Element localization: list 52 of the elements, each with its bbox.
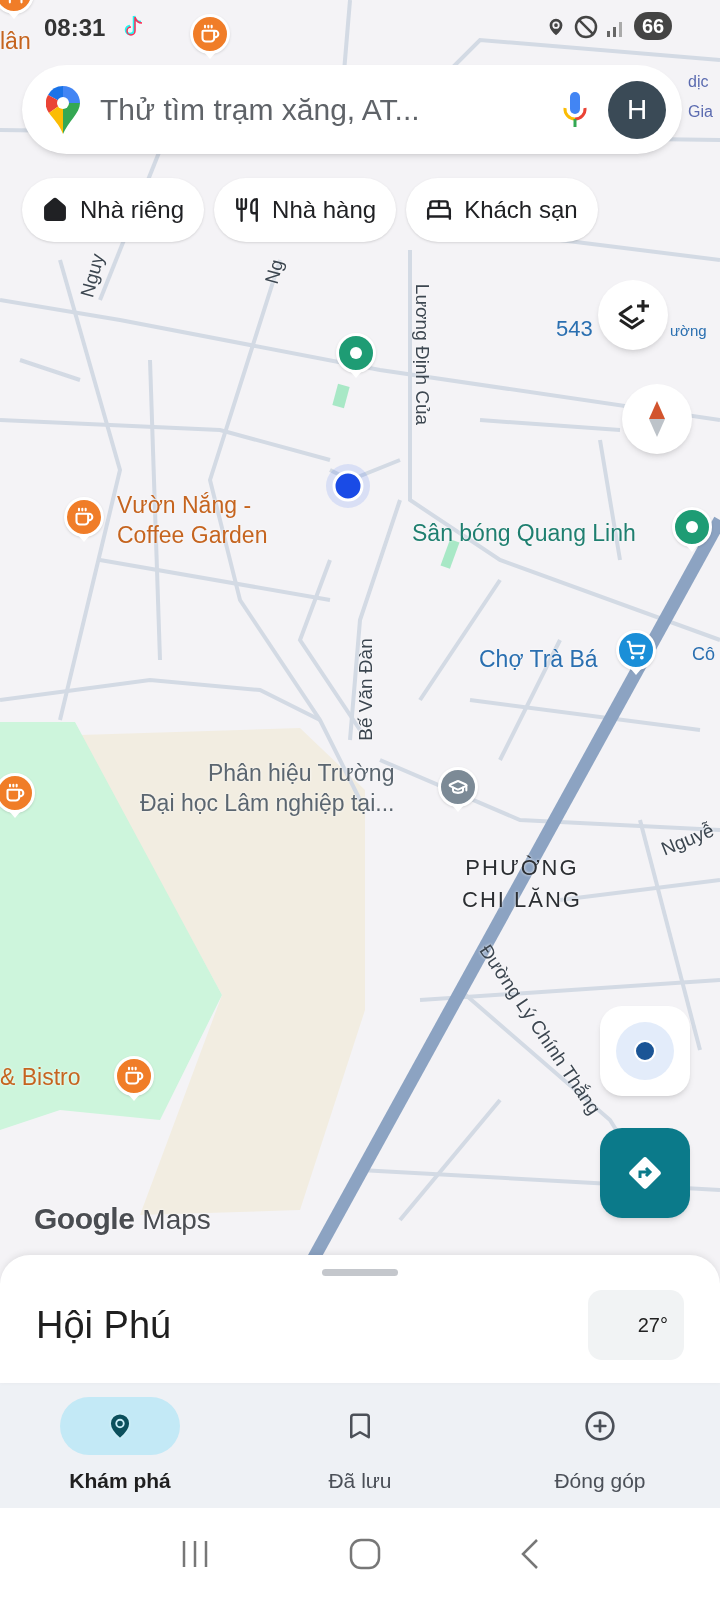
graduation-cap-icon [448,777,468,797]
fork-knife-icon [234,197,261,223]
map-label: Cô [692,645,715,663]
cart-icon [626,640,646,660]
my-location-button[interactable] [600,1006,690,1096]
nav-tab[interactable]: Đã lưu [240,1383,480,1508]
coffee-cup-icon [124,1066,144,1086]
place-label[interactable]: Sân bóng Quang Linh [412,518,636,548]
maps-pin-logo [46,85,80,134]
home-icon[interactable] [349,1538,381,1570]
street-label: Bế Văn Đàn [355,638,375,741]
map-label: ường [670,323,707,338]
google-maps-wordmark: Google Maps [34,1201,211,1237]
place-label[interactable]: Phân hiệu Trường Đại học Lâm nghiệp tại... [140,758,395,818]
map-label: Gia [688,104,713,120]
directions-button[interactable] [600,1128,690,1218]
home-icon [42,197,68,223]
street-label: Lương Định Của [413,283,433,426]
nav-tab[interactable]: Khám phá [0,1383,240,1508]
back-icon[interactable] [520,1538,541,1570]
category-chip[interactable]: Nhà hàng [214,178,397,242]
weather-tile[interactable]: 27° [588,1290,684,1360]
search-input[interactable]: Thử tìm trạm xăng, AT... [100,87,542,132]
area-label: PHƯỜNG CHI LĂNG [462,854,582,914]
bed-icon [426,197,453,223]
plus-circle-icon [584,1410,616,1442]
street-label: Nguy [77,251,108,300]
coffee-cup-icon [5,783,25,803]
drag-handle[interactable] [322,1269,398,1276]
place-label[interactable]: Vườn Nắng - Coffee Garden [117,490,268,550]
nav-tab[interactable]: Đóng góp [480,1383,720,1508]
place-label[interactable]: Chợ Trà Bá [479,644,598,674]
place-label[interactable]: lân [0,26,31,56]
map-label: dịc [688,74,709,90]
park-patch [332,383,350,409]
account-avatar[interactable]: H [608,80,666,139]
layers-icon [616,298,650,332]
category-chip[interactable]: Nhà riêng [22,178,205,242]
location-title: Hội Phú [36,1302,172,1348]
coffee-cup-icon [200,24,220,44]
compass-icon [647,399,667,439]
coffee-cup-icon [74,507,94,527]
do-not-disturb-icon [574,15,598,39]
map-label: 543 [556,318,593,340]
tiktok-icon [122,14,144,38]
street-label: Ng [261,257,287,286]
search-bar[interactable]: Thử tìm trạm xăng, AT... H [22,65,682,154]
status-time: 08:31 [44,13,106,43]
microphone-icon[interactable] [562,89,588,130]
category-chip[interactable]: Khách sạn [406,178,598,242]
location-dot-icon [615,1021,675,1081]
current-location-dot [326,464,370,508]
